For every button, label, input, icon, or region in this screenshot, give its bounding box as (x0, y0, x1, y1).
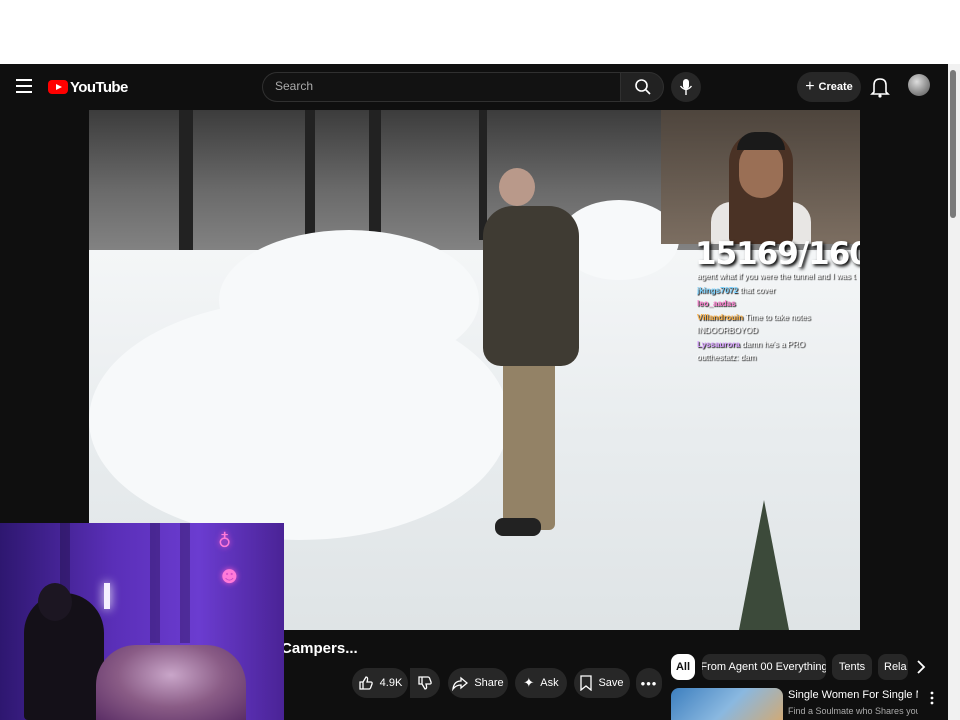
chat-line: Lyssaurora damn he's a PRO (697, 339, 805, 349)
recommendation-title[interactable]: Single Women For Single Men (788, 689, 918, 701)
chip-from-agent[interactable]: From Agent 00 Everything (702, 654, 826, 680)
streamer-facecam: ♁ ☻ (0, 523, 284, 720)
more-actions-button[interactable]: ••• (636, 668, 662, 698)
dislike-button[interactable] (410, 668, 440, 698)
man-head (499, 168, 535, 206)
mic-icon (679, 79, 693, 95)
chip-all[interactable]: All (671, 654, 695, 680)
lamp (104, 583, 110, 609)
video-title: Campers... (281, 640, 358, 657)
curtain (180, 523, 190, 643)
menu-icon[interactable] (16, 79, 32, 93)
share-button[interactable]: Share (448, 668, 508, 698)
youtube-play-icon (48, 80, 68, 94)
planet-neon-sign: ♁ (218, 531, 232, 552)
chip-related[interactable]: Rela (878, 654, 908, 680)
search-button[interactable] (620, 72, 664, 102)
facecam-blanket (96, 645, 246, 720)
save-icon (580, 675, 593, 691)
chevron-right-icon[interactable] (913, 658, 929, 676)
bell-icon[interactable] (870, 76, 890, 98)
man-jacket (483, 206, 579, 366)
thumbs-down-icon (418, 676, 432, 690)
stream-chat-overlay: agent what if you were the tunnel and I … (697, 270, 857, 365)
sparkle-icon: ✦ (523, 675, 535, 690)
ask-label: Ask (540, 677, 559, 689)
account-avatar[interactable] (908, 74, 930, 96)
chat-line: Villandrouin Time to take notes (697, 312, 811, 322)
search-icon (635, 79, 651, 95)
scrollbar-thumb[interactable] (950, 70, 956, 218)
alien-neon-sign: ☻ (221, 567, 238, 586)
like-button[interactable]: 4.9K (352, 668, 408, 698)
man-boot (495, 518, 541, 536)
chip-tents[interactable]: Tents (832, 654, 872, 680)
chat-line: agent what if you were the tunnel and I … (697, 272, 857, 281)
search-box[interactable]: Search (262, 72, 620, 102)
search-input[interactable]: Search (275, 79, 313, 93)
share-icon (452, 676, 469, 691)
logo-text: YouTube (70, 78, 128, 96)
curtain (150, 523, 160, 643)
plus-icon: + (805, 78, 815, 95)
voice-search-button[interactable] (671, 72, 701, 102)
chat-line: jkings7072 that cover (697, 285, 776, 295)
chat-line: leo_aadas (697, 299, 736, 308)
facecam-person-head (38, 583, 72, 621)
ask-button[interactable]: ✦ Ask (515, 668, 567, 698)
goal-counter: 15169/16000 (695, 236, 860, 272)
snowbank (219, 230, 479, 370)
streamer-face (739, 142, 783, 198)
share-label: Share (474, 677, 504, 689)
streamer-webcam (661, 110, 860, 244)
like-count: 4.9K (379, 677, 403, 689)
page-scrollbar[interactable] (948, 64, 960, 720)
youtube-logo[interactable]: YouTube (48, 78, 128, 96)
chat-line: INDOORBOYOD (697, 326, 758, 335)
more-icon: ••• (640, 675, 658, 691)
kebab-icon[interactable] (928, 690, 936, 706)
masthead: YouTube Search + Create (0, 64, 948, 110)
streamer-cap (737, 132, 785, 150)
create-label: Create (818, 81, 853, 93)
top-blank-area (0, 0, 960, 64)
save-label: Save (598, 677, 624, 689)
save-button[interactable]: Save (574, 668, 630, 698)
recommendation-subtitle: Find a Soulmate who Shares your (788, 706, 918, 716)
chat-line: outthestatz: dam (697, 353, 757, 362)
thumbs-up-icon (359, 676, 373, 690)
recommendation-thumbnail[interactable] (671, 688, 783, 720)
man-legs (503, 360, 555, 530)
create-button[interactable]: + Create (797, 72, 861, 102)
